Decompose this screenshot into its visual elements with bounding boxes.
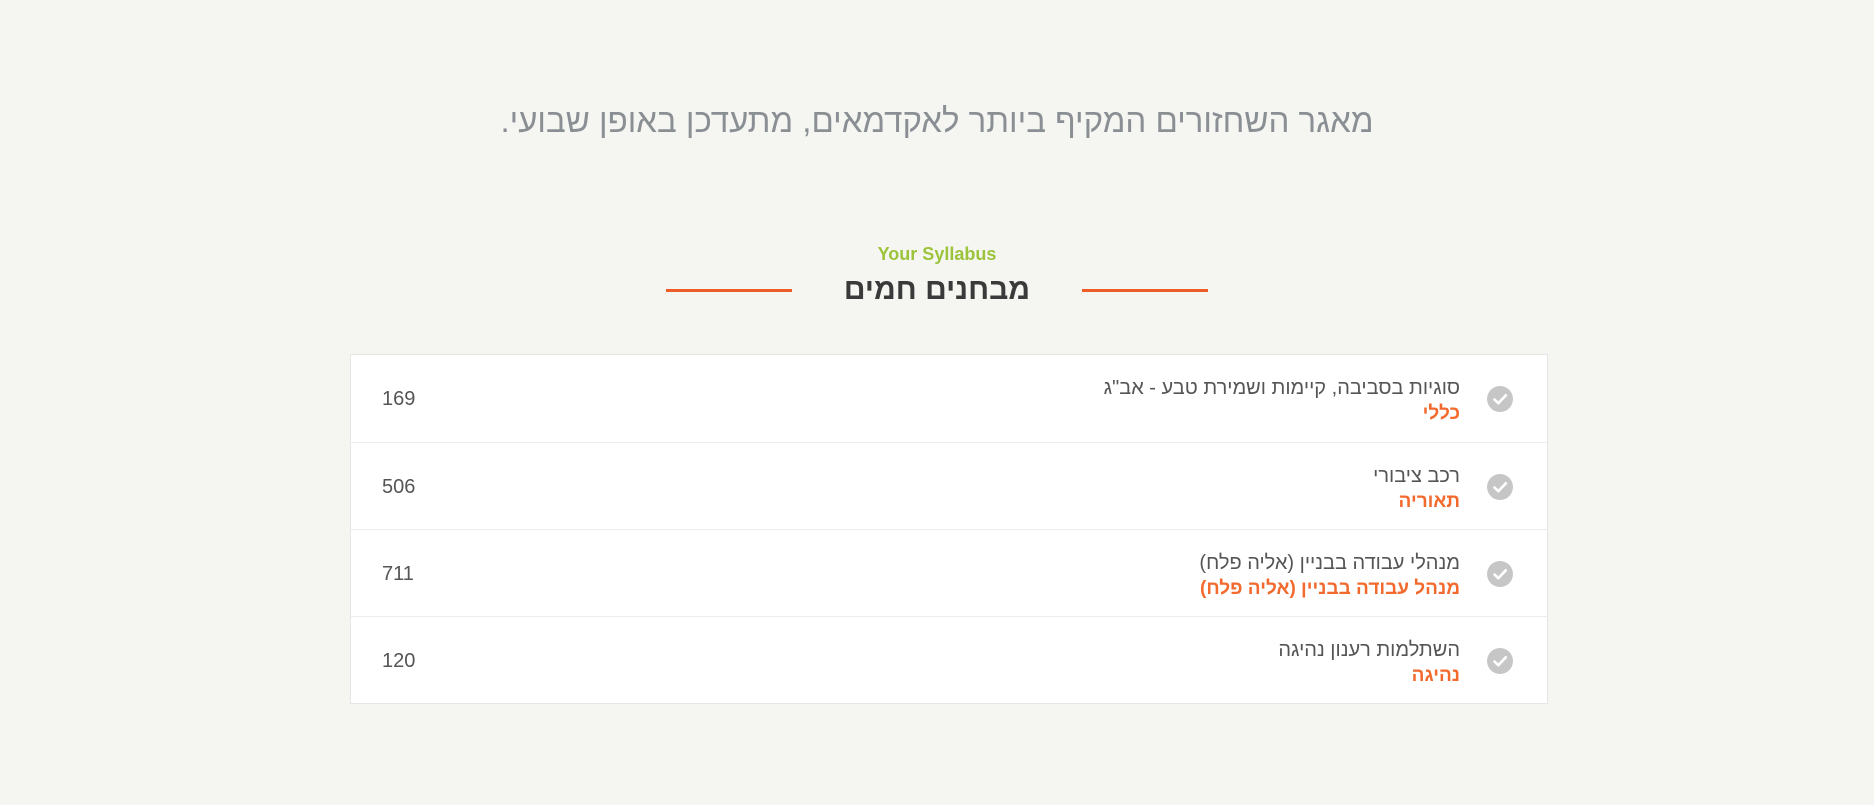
section-eyebrow: Your Syllabus <box>877 244 997 264</box>
title-divider-right <box>1082 288 1209 292</box>
exam-text: השתלמות רענון נהיגה נהיגה <box>1278 637 1460 688</box>
exam-category[interactable]: כללי <box>1104 401 1460 426</box>
check-icon <box>1487 561 1513 587</box>
exam-text: סוגיות בסביבה, קיימות ושמירת טבע - אב"ג … <box>1104 375 1460 426</box>
exam-count: 506 <box>382 476 416 498</box>
section-title-row: מבחנים חמים <box>0 270 1874 310</box>
exam-category[interactable]: מנהל עבודה בבניין (אליה פלח) <box>1199 576 1460 601</box>
exam-category[interactable]: נהיגה <box>1278 663 1460 688</box>
exam-text: מנהלי עבודה בבניין (אליה פלח) מנהל עבודה… <box>1199 550 1460 601</box>
exam-category[interactable]: תאוריה <box>1373 489 1460 514</box>
exam-row[interactable]: סוגיות בסביבה, קיימות ושמירת טבע - אב"ג … <box>351 355 1547 442</box>
check-icon <box>1487 474 1513 500</box>
exam-list: סוגיות בסביבה, קיימות ושמירת טבע - אב"ג … <box>350 354 1548 704</box>
exam-title[interactable]: השתלמות רענון נהיגה <box>1278 637 1460 663</box>
section-header: Your Syllabus מבחנים חמים <box>0 242 1874 310</box>
check-icon <box>1487 386 1513 412</box>
check-icon <box>1487 648 1513 674</box>
exam-count: 120 <box>382 650 416 672</box>
exam-text: רכב ציבורי תאוריה <box>1373 463 1460 514</box>
exam-row[interactable]: רכב ציבורי תאוריה 506 <box>351 442 1547 529</box>
exam-row[interactable]: מנהלי עבודה בבניין (אליה פלח) מנהל עבודה… <box>351 529 1547 616</box>
exam-row[interactable]: השתלמות רענון נהיגה נהיגה 120 <box>351 616 1547 703</box>
exam-title[interactable]: סוגיות בסביבה, קיימות ושמירת טבע - אב"ג <box>1104 375 1460 401</box>
exam-count: 711 <box>382 563 414 585</box>
exam-title[interactable]: מנהלי עבודה בבניין (אליה פלח) <box>1199 550 1460 576</box>
section-title: מבחנים חמים <box>843 273 1031 306</box>
exam-title[interactable]: רכב ציבורי <box>1373 463 1460 489</box>
exam-count: 169 <box>382 388 416 410</box>
title-divider-left <box>665 288 792 292</box>
hero-tagline: מאגר השחזורים המקיף ביותר לאקדמאים, מתעד… <box>500 102 1374 139</box>
